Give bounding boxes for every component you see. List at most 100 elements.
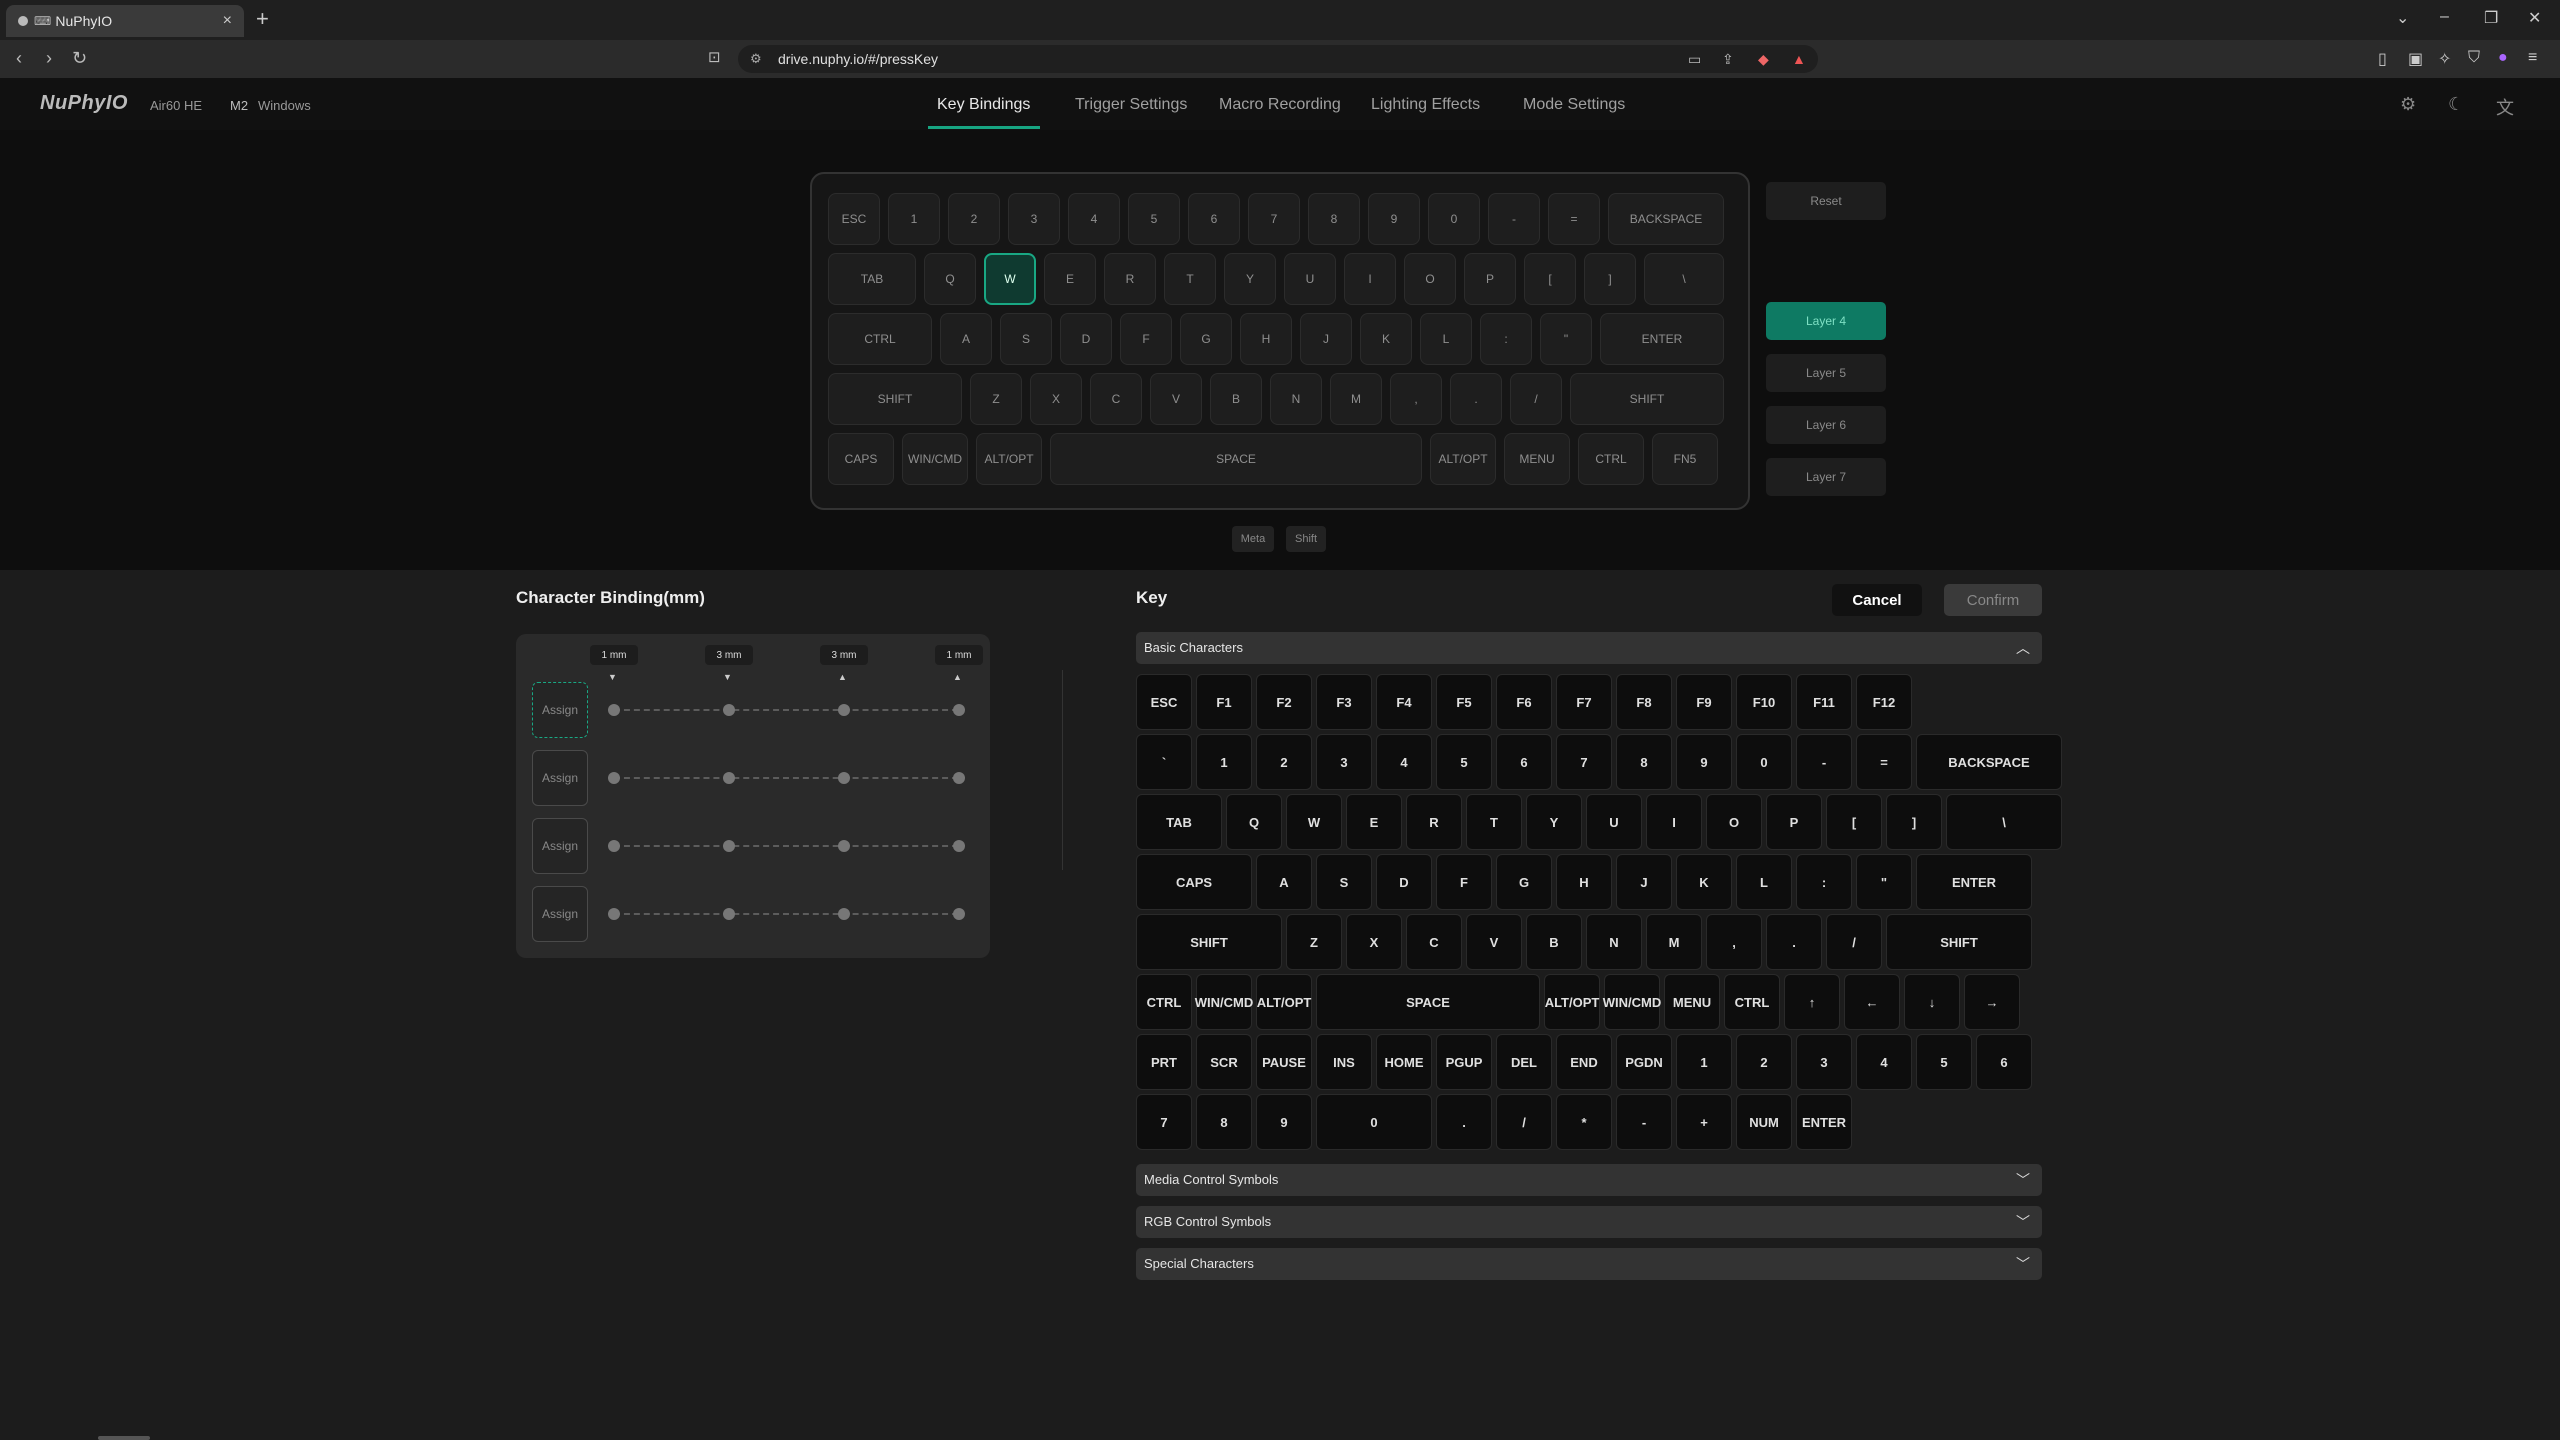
- char-key-i[interactable]: I: [1646, 794, 1702, 850]
- char-key-z[interactable]: Z: [1286, 914, 1342, 970]
- char-key-0[interactable]: 0: [1316, 1094, 1432, 1150]
- trigger-point-1[interactable]: [608, 840, 620, 852]
- char-key-7[interactable]: 7: [1556, 734, 1612, 790]
- char-key-sym[interactable]: ←: [1844, 974, 1900, 1030]
- char-key-scr[interactable]: SCR: [1196, 1034, 1252, 1090]
- char-key-p[interactable]: P: [1766, 794, 1822, 850]
- char-key-esc[interactable]: ESC: [1136, 674, 1192, 730]
- char-key-g[interactable]: G: [1496, 854, 1552, 910]
- char-key-del[interactable]: DEL: [1496, 1034, 1552, 1090]
- url-field[interactable]: ⚙ drive.nuphy.io/#/pressKey ▭ ⇪ ◆ ▲: [738, 45, 1818, 73]
- browser-tab[interactable]: ⌨ NuPhyIO ×: [6, 5, 244, 37]
- char-key-r[interactable]: R: [1406, 794, 1462, 850]
- key-i[interactable]: I: [1344, 253, 1396, 305]
- trigger-point-3[interactable]: [838, 772, 850, 784]
- char-key-pgup[interactable]: PGUP: [1436, 1034, 1492, 1090]
- char-key-2[interactable]: 2: [1736, 1034, 1792, 1090]
- char-key-win-cmd[interactable]: WIN/CMD: [1603, 974, 1661, 1030]
- key-alt-opt[interactable]: ALT/OPT: [976, 433, 1042, 485]
- shield-icon[interactable]: ◆: [1758, 45, 1769, 73]
- key-a[interactable]: A: [940, 313, 992, 365]
- char-key-m[interactable]: M: [1646, 914, 1702, 970]
- char-key-menu[interactable]: MENU: [1664, 974, 1720, 1030]
- char-key-f9[interactable]: F9: [1676, 674, 1732, 730]
- key-j[interactable]: J: [1300, 313, 1352, 365]
- layer-4-button[interactable]: Layer 4: [1766, 302, 1886, 340]
- tab-lighting-effects[interactable]: Lighting Effects: [1371, 96, 1480, 114]
- char-key-sym[interactable]: ↑: [1784, 974, 1840, 1030]
- char-key-sym[interactable]: .: [1436, 1094, 1492, 1150]
- char-key-sym[interactable]: -: [1616, 1094, 1672, 1150]
- key-m[interactable]: M: [1330, 373, 1382, 425]
- section-media-control[interactable]: Media Control Symbols ﹀: [1136, 1164, 2042, 1196]
- key-sym[interactable]: ": [1540, 313, 1592, 365]
- meta-modifier-button[interactable]: Meta: [1232, 526, 1274, 552]
- char-key-1[interactable]: 1: [1676, 1034, 1732, 1090]
- alert-icon[interactable]: ▲: [1792, 45, 1806, 73]
- char-key-f7[interactable]: F7: [1556, 674, 1612, 730]
- key-sym[interactable]: ,: [1390, 373, 1442, 425]
- key-o[interactable]: O: [1404, 253, 1456, 305]
- char-key-w[interactable]: W: [1286, 794, 1342, 850]
- char-key-8[interactable]: 8: [1616, 734, 1672, 790]
- char-key-5[interactable]: 5: [1916, 1034, 1972, 1090]
- char-key-end[interactable]: END: [1556, 1034, 1612, 1090]
- char-key-0[interactable]: 0: [1736, 734, 1792, 790]
- char-key-2[interactable]: 2: [1256, 734, 1312, 790]
- key-l[interactable]: L: [1420, 313, 1472, 365]
- forward-icon[interactable]: ›: [46, 48, 52, 69]
- assign-slot-4[interactable]: Assign: [532, 886, 588, 942]
- key-f[interactable]: F: [1120, 313, 1172, 365]
- char-key-sym[interactable]: /: [1826, 914, 1882, 970]
- char-key-sym[interactable]: [: [1826, 794, 1882, 850]
- char-key-k[interactable]: K: [1676, 854, 1732, 910]
- assign-slot-3[interactable]: Assign: [532, 818, 588, 874]
- key-9[interactable]: 9: [1368, 193, 1420, 245]
- key-sym[interactable]: ]: [1584, 253, 1636, 305]
- tab-trigger-settings[interactable]: Trigger Settings: [1075, 96, 1187, 114]
- char-key-e[interactable]: E: [1346, 794, 1402, 850]
- char-key-4[interactable]: 4: [1856, 1034, 1912, 1090]
- key-1[interactable]: 1: [888, 193, 940, 245]
- confirm-button[interactable]: Confirm: [1944, 584, 2042, 616]
- trigger-point-2[interactable]: [723, 840, 735, 852]
- key-2[interactable]: 2: [948, 193, 1000, 245]
- trigger-point-2[interactable]: [723, 908, 735, 920]
- close-tab-icon[interactable]: ×: [223, 12, 232, 30]
- key-alt-opt[interactable]: ALT/OPT: [1430, 433, 1496, 485]
- char-key-v[interactable]: V: [1466, 914, 1522, 970]
- char-key-t[interactable]: T: [1466, 794, 1522, 850]
- char-key-enter[interactable]: ENTER: [1796, 1094, 1852, 1150]
- char-key-j[interactable]: J: [1616, 854, 1672, 910]
- key-r[interactable]: R: [1104, 253, 1156, 305]
- key-5[interactable]: 5: [1128, 193, 1180, 245]
- char-key-7[interactable]: 7: [1136, 1094, 1192, 1150]
- char-key-3[interactable]: 3: [1796, 1034, 1852, 1090]
- key-enter[interactable]: ENTER: [1600, 313, 1724, 365]
- char-key-enter[interactable]: ENTER: [1916, 854, 2032, 910]
- char-key-f2[interactable]: F2: [1256, 674, 1312, 730]
- char-key-shift[interactable]: SHIFT: [1886, 914, 2032, 970]
- key-w[interactable]: W: [984, 253, 1036, 305]
- key-0[interactable]: 0: [1428, 193, 1480, 245]
- char-key-home[interactable]: HOME: [1376, 1034, 1432, 1090]
- trigger-point-4[interactable]: [953, 704, 965, 716]
- key-k[interactable]: K: [1360, 313, 1412, 365]
- extensions-icon[interactable]: ✧: [2438, 49, 2451, 69]
- key-d[interactable]: D: [1060, 313, 1112, 365]
- key-sym[interactable]: .: [1450, 373, 1502, 425]
- trigger-point-4[interactable]: [953, 840, 965, 852]
- tab-list-icon[interactable]: ⌄: [2396, 8, 2409, 28]
- assign-slot-2[interactable]: Assign: [532, 750, 588, 806]
- char-key-alt-opt[interactable]: ALT/OPT: [1256, 974, 1312, 1030]
- trigger-point-1[interactable]: [608, 704, 620, 716]
- char-key-sym[interactable]: -: [1796, 734, 1852, 790]
- char-key-9[interactable]: 9: [1256, 1094, 1312, 1150]
- wallet-icon[interactable]: ▣: [2408, 49, 2423, 69]
- key-6[interactable]: 6: [1188, 193, 1240, 245]
- char-key-ctrl[interactable]: CTRL: [1724, 974, 1780, 1030]
- char-key-alt-opt[interactable]: ALT/OPT: [1544, 974, 1600, 1030]
- key-win-cmd[interactable]: WIN/CMD: [902, 433, 968, 485]
- new-tab-button[interactable]: +: [256, 6, 269, 32]
- char-key-ins[interactable]: INS: [1316, 1034, 1372, 1090]
